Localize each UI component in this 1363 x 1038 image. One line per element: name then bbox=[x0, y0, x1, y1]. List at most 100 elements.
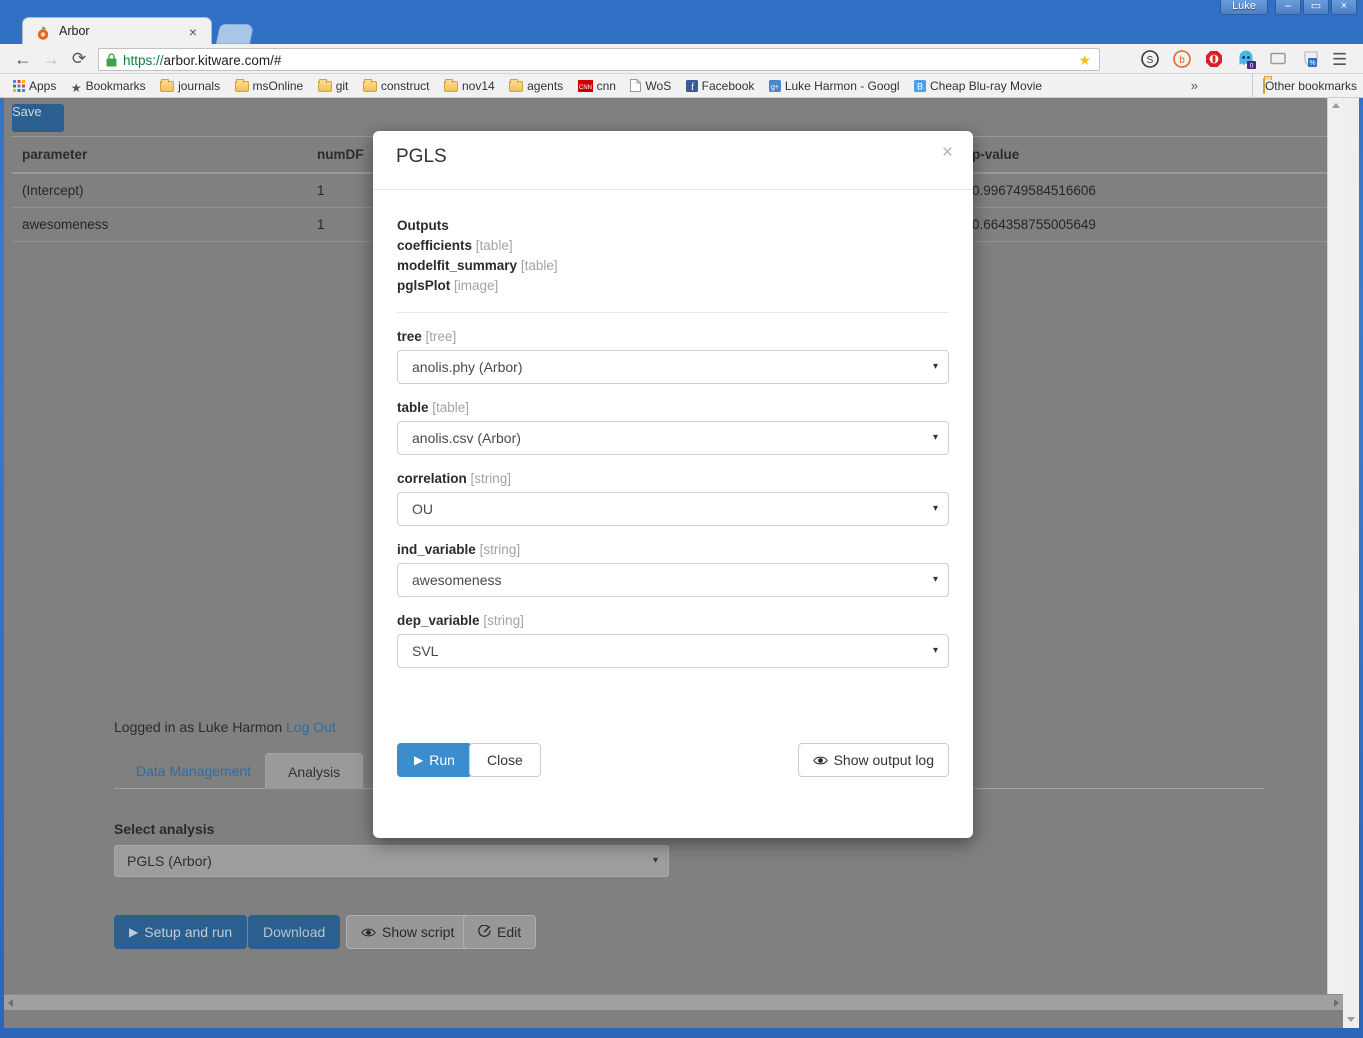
field-ind-variable: ind_variable [string] awesomeness ▾ bbox=[397, 542, 949, 597]
cnn-icon: CNN bbox=[577, 76, 593, 97]
tree-select[interactable]: anolis.phy (Arbor) ▾ bbox=[397, 350, 949, 384]
bookmark-git[interactable]: git bbox=[313, 74, 354, 97]
download-button[interactable]: Download bbox=[248, 915, 341, 949]
close-icon[interactable]: × bbox=[942, 143, 953, 163]
svg-text:0: 0 bbox=[1250, 63, 1254, 70]
scroll-down-icon[interactable] bbox=[1347, 1017, 1355, 1022]
bookmark-construct[interactable]: construct bbox=[358, 74, 435, 97]
ghostery-icon[interactable]: 0 bbox=[1235, 49, 1257, 71]
bookmarks-overflow-icon[interactable]: » bbox=[1191, 74, 1198, 97]
field-name: ind_variable bbox=[397, 542, 476, 557]
chevron-down-icon: ▾ bbox=[932, 574, 938, 585]
new-tab-icon[interactable] bbox=[215, 24, 255, 44]
output-type: [table] bbox=[520, 258, 558, 273]
output-item-pglsplot: pglsPlot [image] bbox=[397, 276, 949, 296]
reload-icon[interactable]: ⟳ bbox=[68, 48, 90, 70]
correlation-select[interactable]: OU ▾ bbox=[397, 492, 949, 526]
chevron-down-icon: ▾ bbox=[932, 503, 938, 514]
window-user-chip[interactable]: Luke bbox=[1220, 0, 1268, 15]
dep-variable-select[interactable]: SVL ▾ bbox=[397, 634, 949, 668]
save-button[interactable]: Save bbox=[12, 104, 64, 132]
bookmark-other-bookmarks[interactable]: Other bookmarks bbox=[1251, 74, 1357, 97]
eye-icon bbox=[361, 917, 376, 949]
address-bar[interactable]: https://arbor.kitware.com/# ★ bbox=[98, 48, 1100, 71]
login-status: Logged in as Luke Harmon Log Out bbox=[114, 719, 336, 735]
window-close-button[interactable]: × bbox=[1331, 0, 1357, 15]
bookmarks-bar: Apps ★ Bookmarks journals msOnline git co… bbox=[0, 74, 1363, 98]
run-button[interactable]: ▶ Run bbox=[397, 743, 472, 777]
bookmark-luke-harmon-google[interactable]: g+ Luke Harmon - Googl bbox=[764, 74, 905, 97]
column-header-parameter: parameter bbox=[12, 136, 307, 174]
login-status-text: Logged in as Luke Harmon bbox=[114, 719, 283, 735]
tree-select-value: anolis.phy (Arbor) bbox=[412, 359, 523, 375]
url-text: https://arbor.kitware.com/# bbox=[123, 51, 281, 70]
tab-data-management[interactable]: Data Management bbox=[114, 753, 273, 789]
bookmark-journals[interactable]: journals bbox=[155, 74, 225, 97]
window-maximize-button[interactable]: ▭ bbox=[1303, 0, 1329, 15]
bitly-icon[interactable]: b bbox=[1171, 49, 1193, 71]
bookmark-nov14[interactable]: nov14 bbox=[439, 74, 500, 97]
bookmark-cnn[interactable]: CNN cnn bbox=[573, 74, 621, 97]
scroll-right-icon[interactable] bbox=[1334, 999, 1339, 1007]
field-type: [string] bbox=[470, 471, 512, 486]
browser-tab-arbor[interactable]: Arbor × bbox=[22, 17, 212, 46]
bookmark-label: Apps bbox=[29, 79, 57, 93]
tab-close-icon[interactable]: × bbox=[189, 24, 197, 40]
modal-footer: ▶ Run Close Show output log bbox=[373, 743, 973, 783]
back-icon[interactable]: ← bbox=[12, 48, 34, 70]
show-output-log-button[interactable]: Show output log bbox=[797, 743, 949, 777]
bookmark-label: Other bookmarks bbox=[1264, 79, 1357, 93]
scroll-up-icon[interactable] bbox=[1332, 103, 1340, 108]
folder-icon bbox=[1262, 78, 1265, 94]
close-button[interactable]: Close bbox=[469, 743, 541, 777]
logout-link[interactable]: Log Out bbox=[286, 719, 336, 735]
folder-icon bbox=[234, 79, 249, 92]
bookmark-label: Luke Harmon - Googl bbox=[784, 79, 900, 93]
page-horizontal-scrollbar[interactable] bbox=[4, 994, 1343, 1010]
output-name: coefficients bbox=[397, 238, 473, 253]
google-plus-icon: g+ bbox=[768, 76, 781, 97]
url-rest: arbor.kitware.com/# bbox=[163, 53, 282, 68]
bookmark-label: Facebook bbox=[701, 79, 755, 93]
apps-grid-icon bbox=[13, 76, 25, 97]
table-vertical-scrollbar[interactable] bbox=[1327, 98, 1343, 1010]
forward-icon[interactable]: → bbox=[40, 48, 62, 70]
ind-variable-select[interactable]: awesomeness ▾ bbox=[397, 563, 949, 597]
blue-b-icon: B bbox=[914, 76, 927, 97]
arbor-favicon-icon bbox=[37, 26, 49, 40]
bookmark-label: WoS bbox=[645, 79, 672, 93]
table-select[interactable]: anolis.csv (Arbor) ▾ bbox=[397, 421, 949, 455]
bookmark-msonline[interactable]: msOnline bbox=[230, 74, 309, 97]
evernote-icon[interactable]: S bbox=[1139, 49, 1161, 71]
bookmark-wos[interactable]: WoS bbox=[625, 74, 676, 97]
show-output-log-label: Show output log bbox=[833, 752, 934, 768]
window-minimize-button[interactable]: – bbox=[1275, 0, 1301, 15]
bookmark-facebook[interactable]: f Facebook bbox=[681, 74, 760, 97]
lastpass-icon[interactable]: % bbox=[1300, 49, 1322, 71]
chevron-down-icon: ▾ bbox=[932, 432, 938, 443]
analysis-select-value: PGLS (Arbor) bbox=[127, 853, 212, 869]
bookmark-bookmarks[interactable]: ★ Bookmarks bbox=[66, 74, 151, 97]
dep-variable-select-value: SVL bbox=[412, 643, 439, 659]
star-icon[interactable]: ★ bbox=[1078, 53, 1091, 68]
bookmark-cheap-bluray-movie[interactable]: B Cheap Blu-ray Movie bbox=[909, 74, 1047, 97]
tab-analysis[interactable]: Analysis bbox=[265, 753, 364, 789]
chrome-menu-icon[interactable]: ☰ bbox=[1332, 50, 1347, 69]
analysis-select[interactable]: PGLS (Arbor) ▾ bbox=[114, 845, 669, 877]
cell-p-value: 0.996749584516606 bbox=[962, 173, 1337, 208]
adblock-icon[interactable] bbox=[1203, 49, 1225, 71]
bookmark-agents[interactable]: agents bbox=[504, 74, 568, 97]
edit-button[interactable]: Edit bbox=[463, 915, 537, 949]
svg-text:CNN: CNN bbox=[579, 85, 592, 91]
bookmark-apps[interactable]: Apps bbox=[8, 74, 61, 97]
play-icon: ▶ bbox=[129, 925, 139, 939]
field-label-dep-variable: dep_variable [string] bbox=[397, 613, 949, 628]
bookmark-label: Bookmarks bbox=[85, 79, 146, 93]
page-vertical-scrollbar[interactable] bbox=[1343, 98, 1359, 1028]
scroll-left-icon[interactable] bbox=[8, 999, 13, 1007]
setup-and-run-button[interactable]: ▶ Setup and run bbox=[114, 915, 248, 949]
show-script-button[interactable]: Show script bbox=[346, 915, 470, 949]
field-type: [string] bbox=[483, 613, 524, 628]
outputs-heading-text: Outputs bbox=[397, 218, 449, 233]
cast-icon[interactable] bbox=[1267, 49, 1289, 71]
